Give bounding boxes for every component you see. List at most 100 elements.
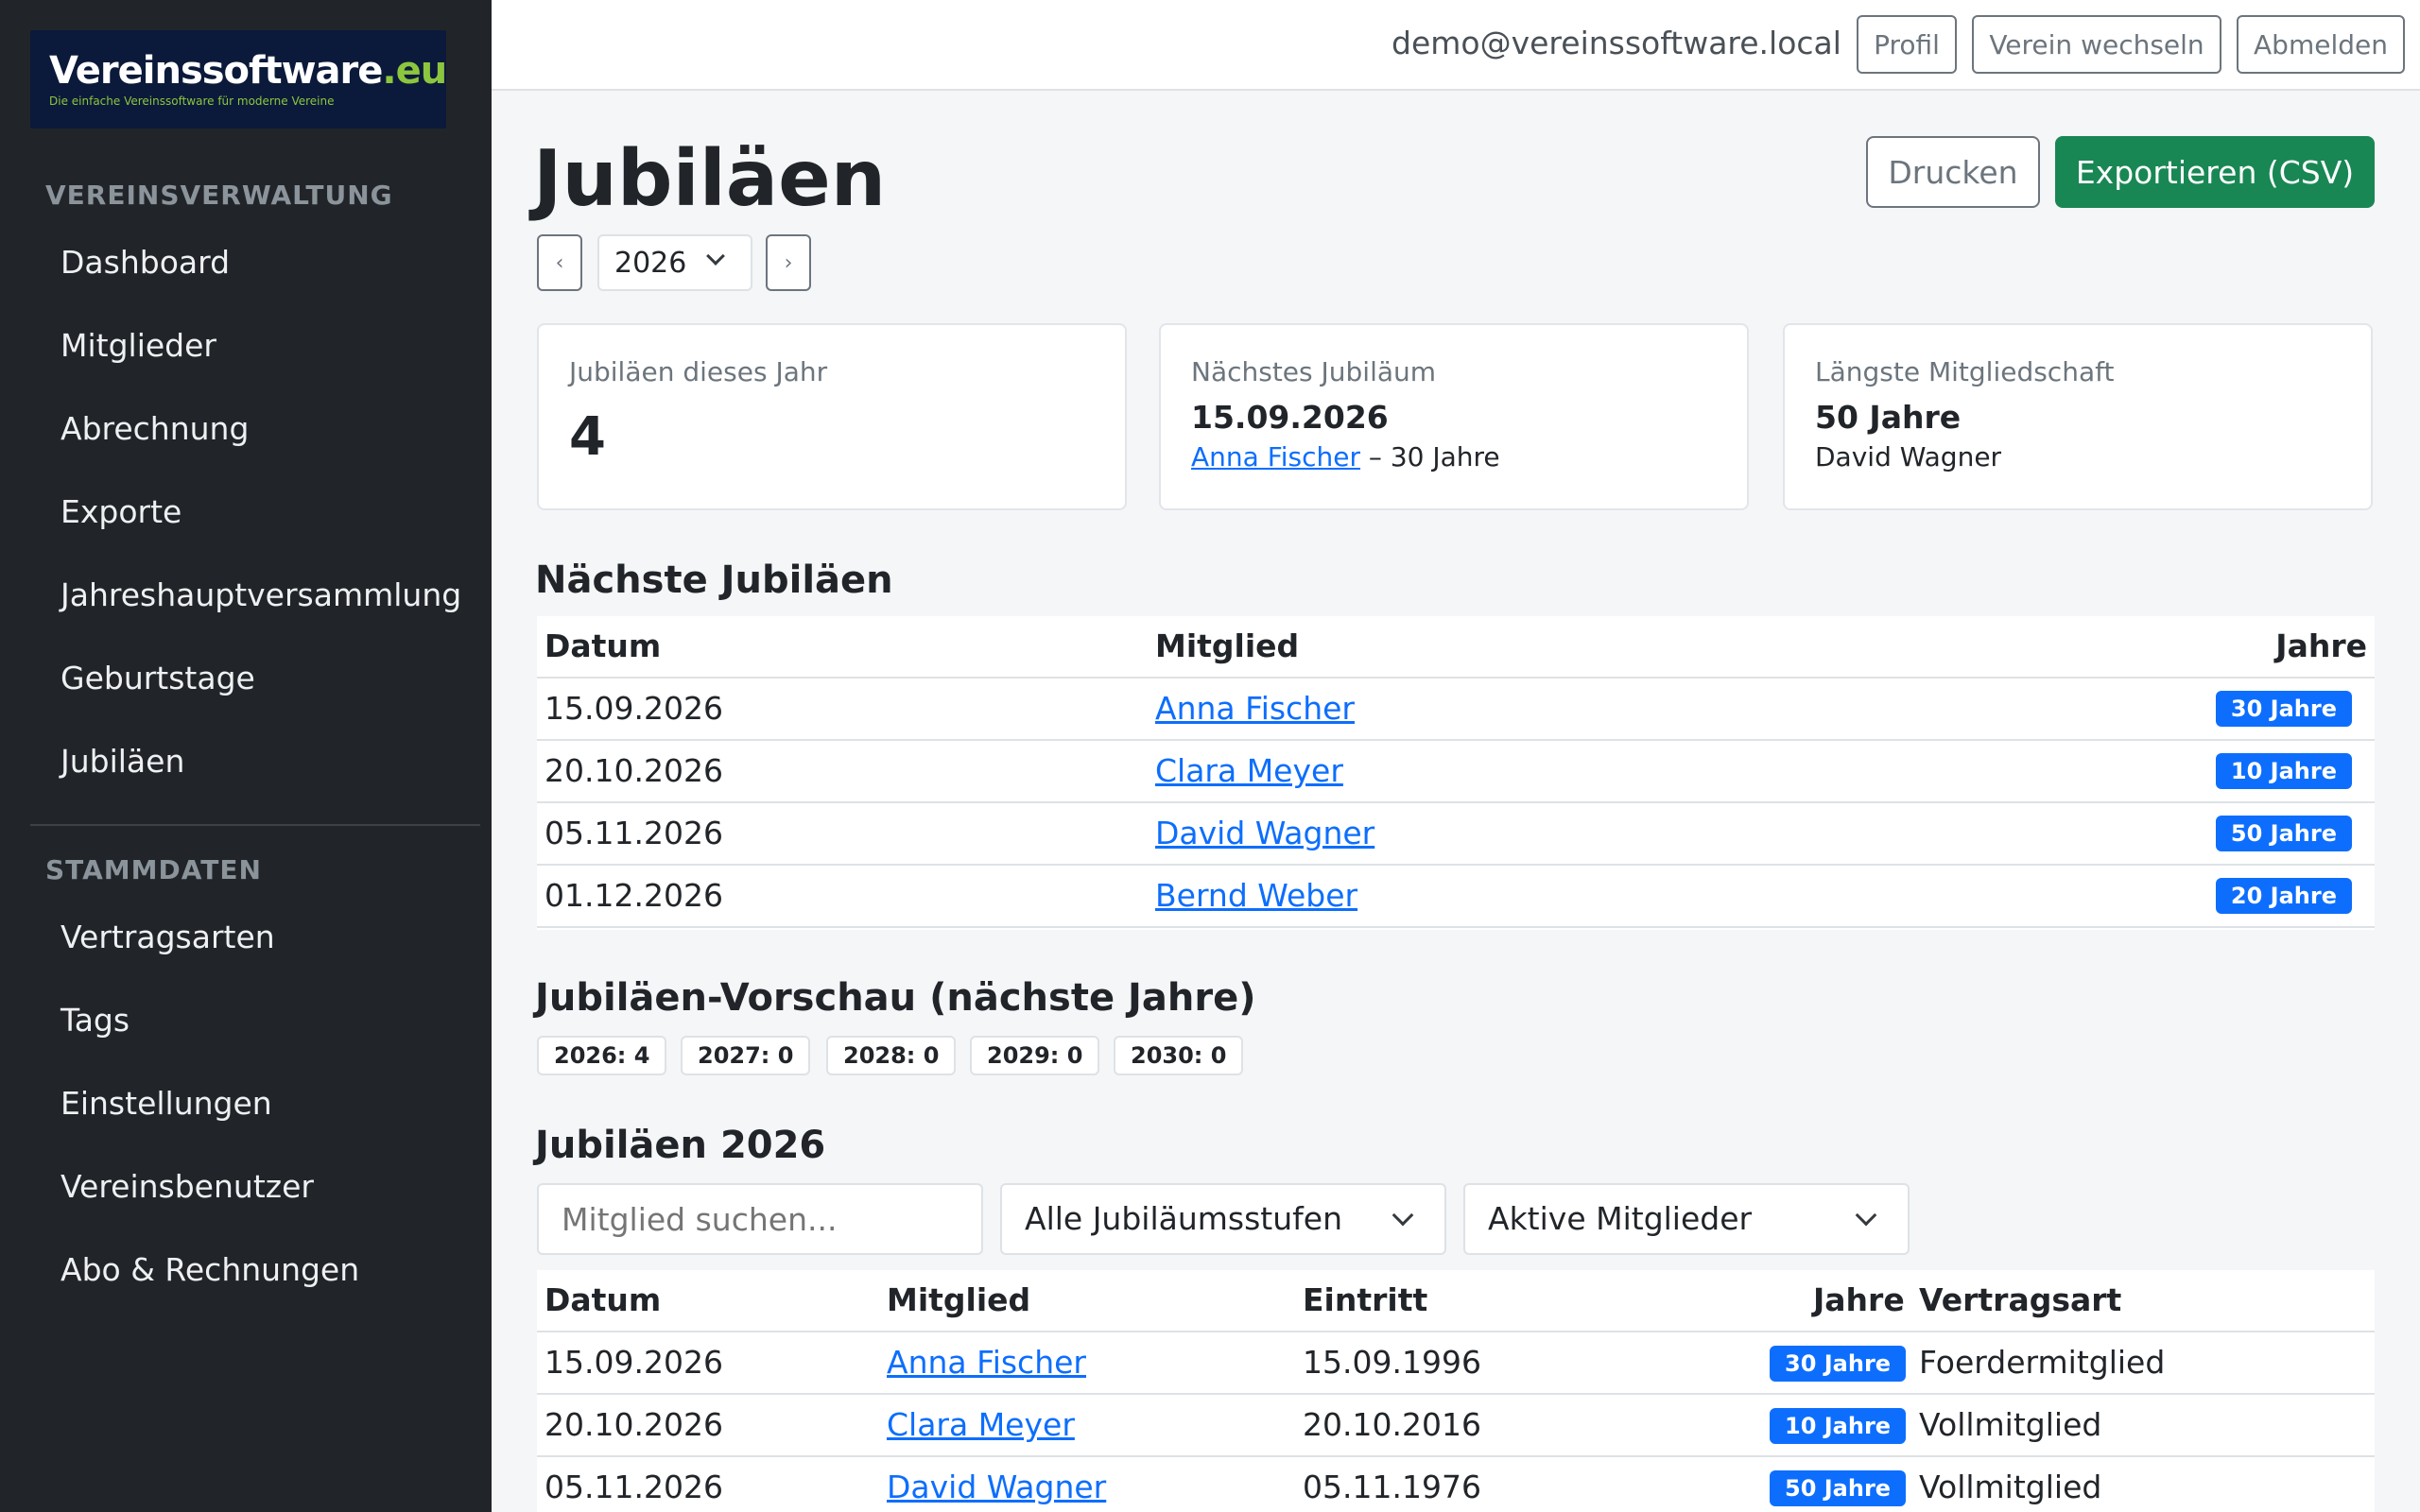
preview-pill-2026: 2026: 4 bbox=[537, 1036, 667, 1075]
row-contract: Vollmitglied bbox=[1919, 1469, 2102, 1505]
topbar: demo@vereinssoftware.local Profil Verein… bbox=[492, 0, 2420, 91]
row-date: 01.12.2026 bbox=[544, 877, 723, 914]
card-sub: Anna Fischer – 30 Jahre bbox=[1191, 438, 1500, 476]
sidebar-item-geburtstage[interactable]: Geburtstage bbox=[60, 658, 255, 699]
member-link[interactable]: Anna Fischer bbox=[1191, 441, 1360, 472]
card-label: Längste Mitgliedschaft bbox=[1815, 356, 2115, 387]
header-contract: Vertragsart bbox=[1919, 1281, 2122, 1318]
nav-heading-stammdaten: STAMMDATEN bbox=[45, 854, 262, 885]
member-link[interactable]: Clara Meyer bbox=[1155, 741, 1343, 801]
card-date: 15.09.2026 bbox=[1191, 399, 1389, 436]
previous-year-button[interactable]: ‹ bbox=[537, 234, 582, 291]
card-value: 50 Jahre bbox=[1815, 399, 1962, 436]
row-entry: 15.09.1996 bbox=[1303, 1344, 1481, 1381]
sidebar-item-dashboard[interactable]: Dashboard bbox=[60, 242, 230, 284]
sidebar-divider bbox=[30, 824, 480, 826]
sidebar-item-vertragsarten[interactable]: Vertragsarten bbox=[60, 917, 275, 958]
sidebar-item-exporte[interactable]: Exporte bbox=[60, 491, 182, 533]
sidebar-item-jahreshauptversammlung[interactable]: Jahreshauptversammlung bbox=[60, 575, 461, 616]
member-search-input[interactable] bbox=[537, 1183, 983, 1255]
sidebar-item-abrechnung[interactable]: Abrechnung bbox=[60, 408, 249, 450]
sidebar-item-einstellungen[interactable]: Einstellungen bbox=[60, 1083, 272, 1125]
table-row: 20.10.2026 Clara Meyer 10 Jahre bbox=[537, 741, 2375, 803]
header-entry: Eintritt bbox=[1303, 1281, 1428, 1318]
chevron-down-icon bbox=[706, 247, 725, 266]
row-date: 20.10.2026 bbox=[544, 1406, 723, 1443]
table-header: Datum Mitglied Jahre bbox=[537, 616, 2375, 679]
sidebar-item-jubilaeen[interactable]: Jubiläen bbox=[60, 741, 184, 782]
sidebar: Vereinssoftware.eu Die einfache Vereinss… bbox=[0, 0, 492, 1512]
preview-pill-2027: 2027: 0 bbox=[681, 1036, 811, 1075]
table-row: 05.11.2026 David Wagner 50 Jahre bbox=[537, 803, 2375, 866]
table-row: 05.11.2026 David Wagner 05.11.1976 50 Ja… bbox=[537, 1457, 2375, 1512]
member-link[interactable]: Clara Meyer bbox=[887, 1395, 1075, 1455]
logout-button[interactable]: Abmelden bbox=[2237, 15, 2405, 74]
row-date: 20.10.2026 bbox=[544, 752, 723, 789]
table-row: 01.12.2026 Bernd Weber 20 Jahre bbox=[537, 866, 2375, 928]
years-badge: 10 Jahre bbox=[2215, 753, 2352, 789]
table-row: 15.09.2026 Anna Fischer 30 Jahre bbox=[537, 679, 2375, 741]
card-label: Jubiläen dieses Jahr bbox=[569, 356, 828, 387]
row-date: 05.11.2026 bbox=[544, 1469, 723, 1505]
card-label: Nächstes Jubiläum bbox=[1191, 356, 1437, 387]
card-value: 4 bbox=[569, 406, 606, 468]
year-select[interactable]: 2026 bbox=[597, 234, 752, 291]
years-badge: 30 Jahre bbox=[2215, 691, 2352, 727]
upcoming-table: Datum Mitglied Jahre 15.09.2026 Anna Fis… bbox=[537, 616, 2375, 930]
preview-pill-2028: 2028: 0 bbox=[826, 1036, 957, 1075]
preview-pill-2029: 2029: 0 bbox=[970, 1036, 1100, 1075]
row-date: 15.09.2026 bbox=[544, 1344, 723, 1381]
logo-name: Vereinssoftware.eu bbox=[49, 49, 447, 93]
preview-title: Jubiläen-Vorschau (nächste Jahre) bbox=[535, 976, 1256, 1020]
status-filter-value: Aktive Mitglieder bbox=[1488, 1200, 1753, 1237]
chevron-down-icon bbox=[1392, 1204, 1414, 1227]
sidebar-item-mitglieder[interactable]: Mitglieder bbox=[60, 325, 216, 367]
card-suffix: – 30 Jahre bbox=[1360, 441, 1500, 472]
member-link[interactable]: Anna Fischer bbox=[887, 1332, 1086, 1393]
header-date: Datum bbox=[544, 1281, 662, 1318]
card-anniversaries-count: Jubiläen dieses Jahr 4 bbox=[537, 323, 1127, 510]
status-filter-select[interactable]: Aktive Mitglieder bbox=[1463, 1183, 1910, 1255]
header-years: Jahre bbox=[2275, 627, 2367, 664]
logo[interactable]: Vereinssoftware.eu Die einfache Vereinss… bbox=[30, 30, 447, 129]
row-date: 15.09.2026 bbox=[544, 690, 723, 727]
table-header: Datum Mitglied Eintritt Jahre Vertragsar… bbox=[537, 1270, 2375, 1332]
switch-club-button[interactable]: Verein wechseln bbox=[1972, 15, 2221, 74]
header-years: Jahre bbox=[1813, 1281, 1905, 1318]
row-entry: 05.11.1976 bbox=[1303, 1469, 1481, 1505]
year-table-title: Jubiläen 2026 bbox=[535, 1124, 826, 1167]
export-csv-button[interactable]: Exportieren (CSV) bbox=[2055, 136, 2375, 208]
level-filter-value: Alle Jubiläumsstufen bbox=[1025, 1200, 1342, 1237]
member-link[interactable]: David Wagner bbox=[1155, 803, 1374, 864]
header-member: Mitglied bbox=[887, 1281, 1031, 1318]
member-link[interactable]: Bernd Weber bbox=[1155, 866, 1357, 926]
member-link[interactable]: Anna Fischer bbox=[1155, 679, 1355, 739]
nav-heading-vereinsverwaltung: VEREINSVERWALTUNG bbox=[45, 180, 393, 211]
sidebar-item-tags[interactable]: Tags bbox=[60, 1000, 130, 1041]
logo-text: Vereinssoftware.eu Die einfache Vereinss… bbox=[49, 49, 447, 109]
card-member: David Wagner bbox=[1815, 441, 2002, 472]
year-value: 2026 bbox=[614, 246, 687, 280]
page-title: Jubiläen bbox=[533, 134, 887, 224]
chevron-down-icon bbox=[1855, 1204, 1877, 1227]
years-badge: 10 Jahre bbox=[1770, 1408, 1907, 1444]
member-link[interactable]: David Wagner bbox=[887, 1457, 1106, 1512]
sidebar-item-vereinsbenutzer[interactable]: Vereinsbenutzer bbox=[60, 1166, 314, 1208]
profile-button[interactable]: Profil bbox=[1857, 15, 1957, 74]
years-badge: 20 Jahre bbox=[2215, 878, 2352, 914]
level-filter-select[interactable]: Alle Jubiläumsstufen bbox=[1000, 1183, 1446, 1255]
user-email: demo@vereinssoftware.local bbox=[1392, 25, 1841, 61]
row-entry: 20.10.2016 bbox=[1303, 1406, 1481, 1443]
preview-pill-2030: 2030: 0 bbox=[1114, 1036, 1244, 1075]
year-table: Datum Mitglied Eintritt Jahre Vertragsar… bbox=[537, 1270, 2375, 1512]
next-year-button[interactable]: › bbox=[766, 234, 811, 291]
header-date: Datum bbox=[544, 627, 662, 664]
logo-tagline: Die einfache Vereinssoftware für moderne… bbox=[49, 94, 335, 108]
card-next-anniversary: Nächstes Jubiläum 15.09.2026 Anna Fische… bbox=[1159, 323, 1749, 510]
sidebar-item-abo-rechnungen[interactable]: Abo & Rechnungen bbox=[60, 1249, 359, 1291]
years-badge: 50 Jahre bbox=[2215, 816, 2352, 851]
card-longest-membership: Längste Mitgliedschaft 50 Jahre David Wa… bbox=[1783, 323, 2373, 510]
row-contract: Vollmitglied bbox=[1919, 1406, 2102, 1443]
years-badge: 30 Jahre bbox=[1770, 1346, 1907, 1382]
print-button[interactable]: Drucken bbox=[1866, 136, 2040, 208]
